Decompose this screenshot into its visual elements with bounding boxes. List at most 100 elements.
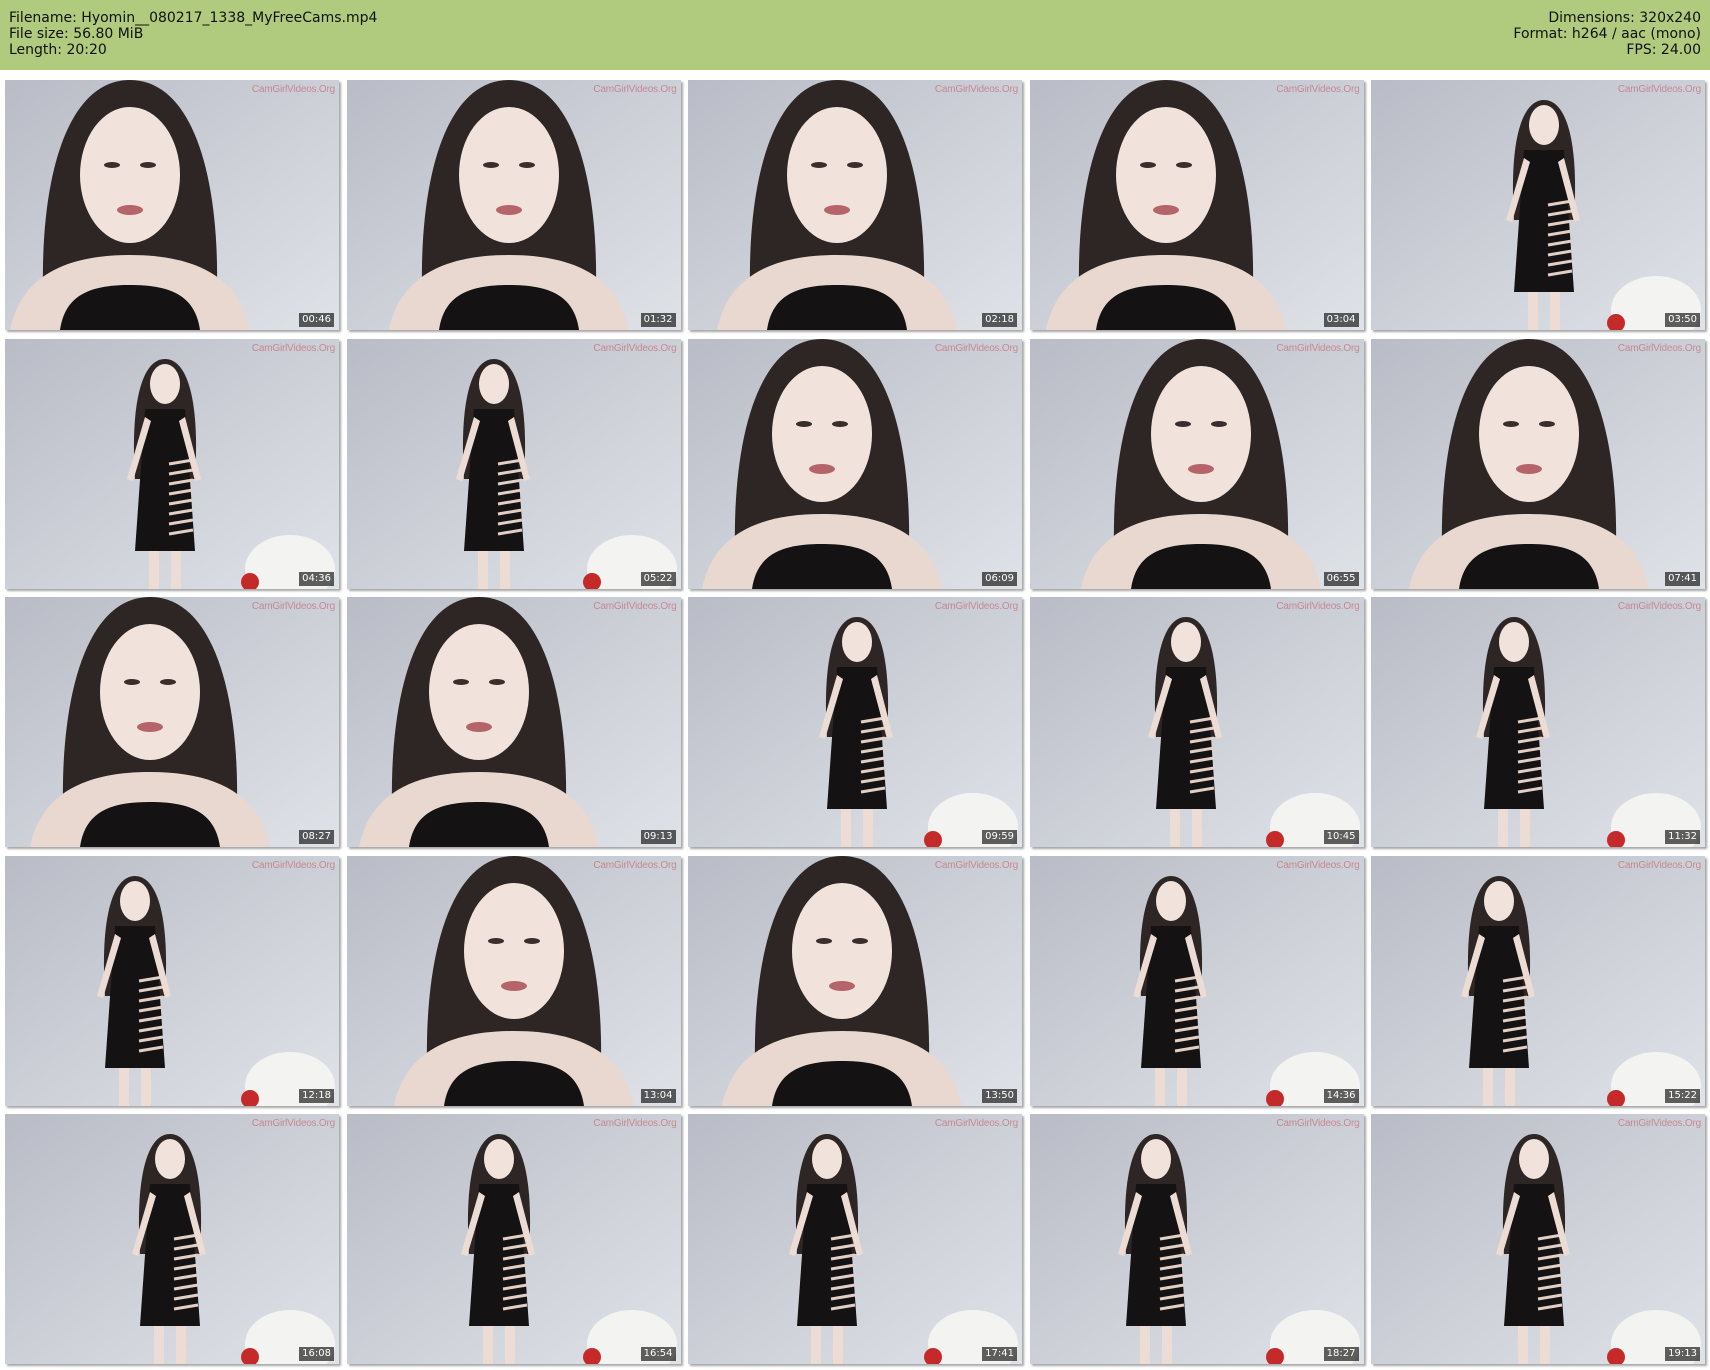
timestamp-label: 16:54: [640, 1347, 676, 1361]
thumbnail-frame-image: [1029, 1114, 1364, 1364]
watermark-text: CamGirlVideos.Org: [593, 601, 677, 612]
watermark-text: CamGirlVideos.Org: [1617, 1118, 1701, 1129]
timestamp-label: 06:09: [982, 571, 1017, 586]
video-thumbnail[interactable]: CamGirlVideos.Org 11:32: [1371, 597, 1705, 847]
timestamp-label: 18:27: [1323, 1347, 1359, 1361]
video-thumbnail[interactable]: CamGirlVideos.Org 06:09: [688, 338, 1022, 589]
timestamp-label: 12:18: [299, 1088, 334, 1103]
watermark-text: CamGirlVideos.Org: [1617, 84, 1701, 95]
timestamp-label: 03:04: [1323, 313, 1359, 327]
watermark-text: CamGirlVideos.Org: [593, 84, 677, 95]
timestamp-label: 15:22: [1665, 1088, 1700, 1103]
video-thumbnail[interactable]: CamGirlVideos.Org 06:55: [1029, 338, 1364, 589]
timestamp-label: 07:41: [1665, 571, 1700, 586]
thumbnail-grid: CamGirlVideos.Org 00:46 CamGirlVideos.Org 0…: [5, 80, 1705, 1366]
timestamp-label: 03:50: [1665, 313, 1700, 327]
watermark-text: CamGirlVideos.Org: [1617, 859, 1701, 871]
video-thumbnail[interactable]: CamGirlVideos.Org 03:50: [1371, 80, 1705, 330]
watermark-text: CamGirlVideos.Org: [1617, 601, 1701, 612]
timestamp-label: 19:13: [1665, 1347, 1700, 1361]
length-text: Length: 20:20: [9, 42, 107, 58]
timestamp-label: 04:36: [299, 571, 334, 586]
thumbnail-frame-image: [688, 80, 1022, 330]
watermark-text: CamGirlVideos.Org: [251, 859, 335, 871]
thumbnail-frame-image: [1029, 338, 1364, 589]
filesize-text: File size: 56.80 MiB: [9, 26, 144, 42]
timestamp-label: 01:32: [640, 313, 676, 327]
watermark-text: CamGirlVideos.Org: [934, 342, 1018, 354]
format-text: Format: h264 / aac (mono): [1513, 26, 1701, 42]
timestamp-label: 13:04: [640, 1088, 676, 1103]
watermark-text: CamGirlVideos.Org: [1276, 1118, 1360, 1129]
watermark-text: CamGirlVideos.Org: [934, 601, 1018, 612]
video-thumbnail[interactable]: CamGirlVideos.Org 18:27: [1029, 1114, 1364, 1364]
watermark-text: CamGirlVideos.Org: [1276, 342, 1360, 354]
thumbnail-frame-image: [346, 338, 681, 589]
info-header: Filename: Hyomin__080217_1338_MyFreeCams…: [0, 0, 1710, 70]
thumbnail-frame-image: [5, 855, 339, 1106]
thumbnail-frame-image: [1029, 597, 1364, 847]
watermark-text: CamGirlVideos.Org: [593, 342, 677, 354]
thumbnail-frame-image: [1371, 597, 1705, 847]
info-right: Dimensions: 320x240 Format: h264 / aac (…: [1513, 10, 1701, 58]
thumbnail-frame-image: [688, 1114, 1022, 1364]
video-thumbnail[interactable]: CamGirlVideos.Org 15:22: [1371, 855, 1705, 1106]
thumbnail-frame-image: [346, 597, 681, 847]
timestamp-label: 16:08: [299, 1347, 334, 1361]
watermark-text: CamGirlVideos.Org: [251, 1118, 335, 1129]
video-thumbnail[interactable]: CamGirlVideos.Org 00:46: [5, 80, 339, 330]
watermark-text: CamGirlVideos.Org: [934, 84, 1018, 95]
timestamp-label: 06:55: [1323, 571, 1359, 586]
watermark-text: CamGirlVideos.Org: [593, 1118, 677, 1129]
video-thumbnail[interactable]: CamGirlVideos.Org 13:50: [688, 855, 1022, 1106]
thumbnail-frame-image: [346, 855, 681, 1106]
video-thumbnail[interactable]: CamGirlVideos.Org 12:18: [5, 855, 339, 1106]
timestamp-label: 11:32: [1665, 830, 1700, 844]
video-thumbnail[interactable]: CamGirlVideos.Org 01:32: [346, 80, 681, 330]
watermark-text: CamGirlVideos.Org: [1276, 859, 1360, 871]
thumbnail-frame-image: [1371, 855, 1705, 1106]
watermark-text: CamGirlVideos.Org: [1276, 84, 1360, 95]
watermark-text: CamGirlVideos.Org: [934, 859, 1018, 871]
video-thumbnail[interactable]: CamGirlVideos.Org 07:41: [1371, 338, 1705, 589]
video-thumbnail[interactable]: CamGirlVideos.Org 17:41: [688, 1114, 1022, 1364]
thumbnail-frame-image: [346, 80, 681, 330]
thumbnail-frame-image: [1029, 855, 1364, 1106]
timestamp-label: 05:22: [640, 571, 676, 586]
video-thumbnail[interactable]: CamGirlVideos.Org 03:04: [1029, 80, 1364, 330]
timestamp-label: 09:13: [640, 830, 676, 844]
video-thumbnail[interactable]: CamGirlVideos.Org 04:36: [5, 338, 339, 589]
info-left: Filename: Hyomin__080217_1338_MyFreeCams…: [9, 10, 377, 58]
video-thumbnail[interactable]: CamGirlVideos.Org 14:36: [1029, 855, 1364, 1106]
video-thumbnail[interactable]: CamGirlVideos.Org 09:13: [346, 597, 681, 847]
video-thumbnail[interactable]: CamGirlVideos.Org 10:45: [1029, 597, 1364, 847]
watermark-text: CamGirlVideos.Org: [251, 342, 335, 354]
timestamp-label: 08:27: [299, 830, 334, 844]
thumbnail-frame-image: [5, 338, 339, 589]
video-thumbnail[interactable]: CamGirlVideos.Org 02:18: [688, 80, 1022, 330]
video-thumbnail[interactable]: CamGirlVideos.Org 09:59: [688, 597, 1022, 847]
fps-text: FPS: 24.00: [1626, 42, 1701, 58]
thumbnail-frame-image: [688, 338, 1022, 589]
thumbnail-frame-image: [5, 80, 339, 330]
watermark-text: CamGirlVideos.Org: [251, 84, 335, 95]
thumbnail-frame-image: [688, 597, 1022, 847]
timestamp-label: 10:45: [1323, 830, 1359, 844]
video-thumbnail[interactable]: CamGirlVideos.Org 16:54: [346, 1114, 681, 1364]
thumbnail-frame-image: [5, 1114, 339, 1364]
timestamp-label: 13:50: [982, 1088, 1017, 1103]
timestamp-label: 09:59: [982, 830, 1017, 844]
filename-text: Filename: Hyomin__080217_1338_MyFreeCams…: [9, 10, 378, 26]
video-thumbnail[interactable]: CamGirlVideos.Org 13:04: [346, 855, 681, 1106]
timestamp-label: 02:18: [982, 313, 1017, 327]
timestamp-label: 17:41: [982, 1347, 1017, 1361]
thumbnail-frame-image: [1371, 1114, 1705, 1364]
video-thumbnail[interactable]: CamGirlVideos.Org 19:13: [1371, 1114, 1705, 1364]
video-thumbnail[interactable]: CamGirlVideos.Org 16:08: [5, 1114, 339, 1364]
watermark-text: CamGirlVideos.Org: [251, 601, 335, 612]
thumbnail-frame-image: [346, 1114, 681, 1364]
video-thumbnail[interactable]: CamGirlVideos.Org 08:27: [5, 597, 339, 847]
video-thumbnail[interactable]: CamGirlVideos.Org 05:22: [346, 338, 681, 589]
thumbnail-frame-image: [5, 597, 339, 847]
watermark-text: CamGirlVideos.Org: [1276, 601, 1360, 612]
